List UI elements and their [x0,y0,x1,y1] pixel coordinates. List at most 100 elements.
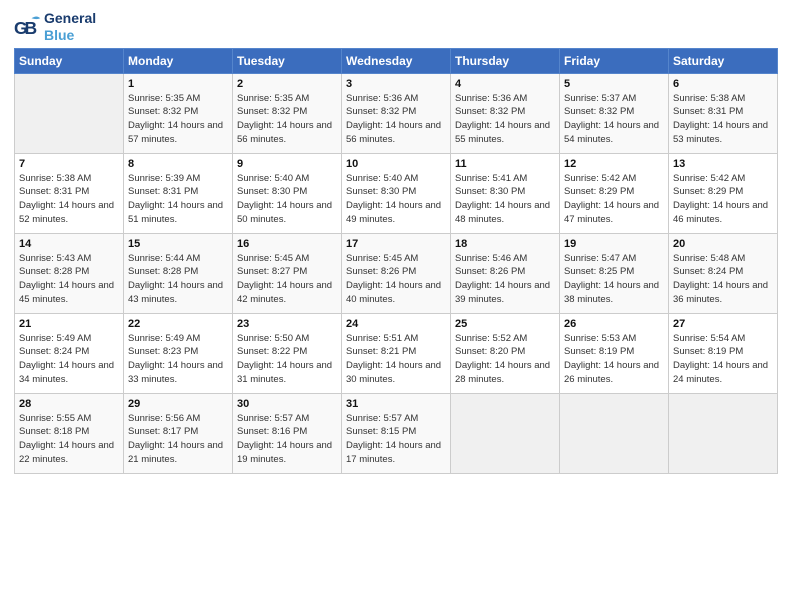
day-info: Sunrise: 5:54 AMSunset: 8:19 PMDaylight:… [673,332,773,387]
day-info: Sunrise: 5:45 AMSunset: 8:27 PMDaylight:… [237,252,337,307]
day-info: Sunrise: 5:57 AMSunset: 8:16 PMDaylight:… [237,412,337,467]
day-number: 9 [237,158,337,170]
calendar-cell: 21 Sunrise: 5:49 AMSunset: 8:24 PMDayligh… [15,313,124,393]
page-container: G B General Blue SundayMondayTuesdayWedn… [0,0,792,482]
day-info: Sunrise: 5:37 AMSunset: 8:32 PMDaylight:… [564,92,664,147]
day-number: 26 [564,318,664,330]
day-info: Sunrise: 5:39 AMSunset: 8:31 PMDaylight:… [128,172,228,227]
calendar-cell: 9Sunrise: 5:40 AMSunset: 8:30 PMDaylight… [233,153,342,233]
day-info: Sunrise: 5:42 AMSunset: 8:29 PMDaylight:… [673,172,773,227]
weekday-header: Saturday [669,48,778,73]
calendar-cell: 28 Sunrise: 5:55 AMSunset: 8:18 PMDayligh… [15,393,124,473]
calendar-cell: 16 Sunrise: 5:45 AMSunset: 8:27 PMDayligh… [233,233,342,313]
day-info: Sunrise: 5:51 AMSunset: 8:21 PMDaylight:… [346,332,446,387]
calendar-cell: 7 Sunrise: 5:38 AMSunset: 8:31 PMDaylight… [15,153,124,233]
day-number: 20 [673,238,773,250]
day-info: Sunrise: 5:36 AMSunset: 8:32 PMDaylight:… [455,92,555,147]
day-info: Sunrise: 5:45 AMSunset: 8:26 PMDaylight:… [346,252,446,307]
day-info: Sunrise: 5:40 AMSunset: 8:30 PMDaylight:… [346,172,446,227]
day-info: Sunrise: 5:55 AMSunset: 8:18 PMDaylight:… [19,412,119,467]
calendar-cell: 1 Sunrise: 5:35 AMSunset: 8:32 PMDaylight… [124,73,233,153]
day-info: Sunrise: 5:35 AMSunset: 8:32 PMDaylight:… [128,92,228,147]
day-number: 23 [237,318,337,330]
day-info: Sunrise: 5:35 AMSunset: 8:32 PMDaylight:… [237,92,337,147]
day-number: 4 [455,78,555,90]
day-number: 21 [19,318,119,330]
calendar-header-row: SundayMondayTuesdayWednesdayThursdayFrid… [15,48,778,73]
day-info: Sunrise: 5:52 AMSunset: 8:20 PMDaylight:… [455,332,555,387]
day-number: 8 [128,158,228,170]
calendar-cell: 30Sunrise: 5:57 AMSunset: 8:16 PMDayligh… [233,393,342,473]
day-info: Sunrise: 5:38 AMSunset: 8:31 PMDaylight:… [673,92,773,147]
day-info: Sunrise: 5:42 AMSunset: 8:29 PMDaylight:… [564,172,664,227]
calendar-cell: 5 Sunrise: 5:37 AMSunset: 8:32 PMDaylight… [560,73,669,153]
calendar-body: 1 Sunrise: 5:35 AMSunset: 8:32 PMDaylight… [15,73,778,473]
day-number: 24 [346,318,446,330]
calendar-cell: 23 Sunrise: 5:50 AMSunset: 8:22 PMDayligh… [233,313,342,393]
day-number: 29 [128,398,228,410]
day-number: 14 [19,238,119,250]
day-number: 7 [19,158,119,170]
calendar-week-row: 1 Sunrise: 5:35 AMSunset: 8:32 PMDaylight… [15,73,778,153]
logo-icon: G B [14,13,42,41]
logo: G B General Blue [14,10,96,44]
day-number: 10 [346,158,446,170]
day-info: Sunrise: 5:47 AMSunset: 8:25 PMDaylight:… [564,252,664,307]
day-info: Sunrise: 5:43 AMSunset: 8:28 PMDaylight:… [19,252,119,307]
day-number: 19 [564,238,664,250]
calendar-cell: 13 Sunrise: 5:42 AMSunset: 8:29 PMDayligh… [669,153,778,233]
day-number: 15 [128,238,228,250]
weekday-header: Sunday [15,48,124,73]
day-info: Sunrise: 5:48 AMSunset: 8:24 PMDaylight:… [673,252,773,307]
svg-text:B: B [25,18,38,38]
calendar-cell: 20 Sunrise: 5:48 AMSunset: 8:24 PMDayligh… [669,233,778,313]
day-number: 25 [455,318,555,330]
weekday-header: Monday [124,48,233,73]
day-number: 6 [673,78,773,90]
day-number: 27 [673,318,773,330]
day-number: 31 [346,398,446,410]
day-info: Sunrise: 5:49 AMSunset: 8:23 PMDaylight:… [128,332,228,387]
day-number: 2 [237,78,337,90]
calendar-cell [560,393,669,473]
calendar-cell: 8 Sunrise: 5:39 AMSunset: 8:31 PMDaylight… [124,153,233,233]
day-number: 13 [673,158,773,170]
calendar-cell: 3 Sunrise: 5:36 AMSunset: 8:32 PMDaylight… [342,73,451,153]
calendar-cell: 18Sunrise: 5:46 AMSunset: 8:26 PMDayligh… [451,233,560,313]
calendar-cell: 31 Sunrise: 5:57 AMSunset: 8:15 PMDayligh… [342,393,451,473]
weekday-header: Wednesday [342,48,451,73]
calendar-week-row: 14 Sunrise: 5:43 AMSunset: 8:28 PMDayligh… [15,233,778,313]
calendar-week-row: 21 Sunrise: 5:49 AMSunset: 8:24 PMDayligh… [15,313,778,393]
day-info: Sunrise: 5:36 AMSunset: 8:32 PMDaylight:… [346,92,446,147]
day-number: 22 [128,318,228,330]
day-number: 12 [564,158,664,170]
calendar-cell: 4 Sunrise: 5:36 AMSunset: 8:32 PMDaylight… [451,73,560,153]
day-info: Sunrise: 5:50 AMSunset: 8:22 PMDaylight:… [237,332,337,387]
day-info: Sunrise: 5:53 AMSunset: 8:19 PMDaylight:… [564,332,664,387]
weekday-header: Thursday [451,48,560,73]
calendar-cell: 15Sunrise: 5:44 AMSunset: 8:28 PMDayligh… [124,233,233,313]
day-info: Sunrise: 5:57 AMSunset: 8:15 PMDaylight:… [346,412,446,467]
day-number: 16 [237,238,337,250]
logo-blue: Blue [44,27,96,44]
calendar-table: SundayMondayTuesdayWednesdayThursdayFrid… [14,48,778,474]
calendar-cell: 19 Sunrise: 5:47 AMSunset: 8:25 PMDayligh… [560,233,669,313]
calendar-cell: 10 Sunrise: 5:40 AMSunset: 8:30 PMDayligh… [342,153,451,233]
calendar-cell: 25 Sunrise: 5:52 AMSunset: 8:20 PMDayligh… [451,313,560,393]
calendar-week-row: 28 Sunrise: 5:55 AMSunset: 8:18 PMDayligh… [15,393,778,473]
calendar-cell [15,73,124,153]
day-info: Sunrise: 5:38 AMSunset: 8:31 PMDaylight:… [19,172,119,227]
logo-general: General [44,10,96,27]
calendar-cell: 2 Sunrise: 5:35 AMSunset: 8:32 PMDaylight… [233,73,342,153]
day-number: 5 [564,78,664,90]
day-number: 18 [455,238,555,250]
day-number: 28 [19,398,119,410]
day-number: 17 [346,238,446,250]
day-number: 3 [346,78,446,90]
weekday-header: Friday [560,48,669,73]
calendar-cell: 12 Sunrise: 5:42 AMSunset: 8:29 PMDayligh… [560,153,669,233]
day-info: Sunrise: 5:49 AMSunset: 8:24 PMDaylight:… [19,332,119,387]
calendar-cell: 24 Sunrise: 5:51 AMSunset: 8:21 PMDayligh… [342,313,451,393]
day-number: 1 [128,78,228,90]
header: G B General Blue [14,10,778,44]
